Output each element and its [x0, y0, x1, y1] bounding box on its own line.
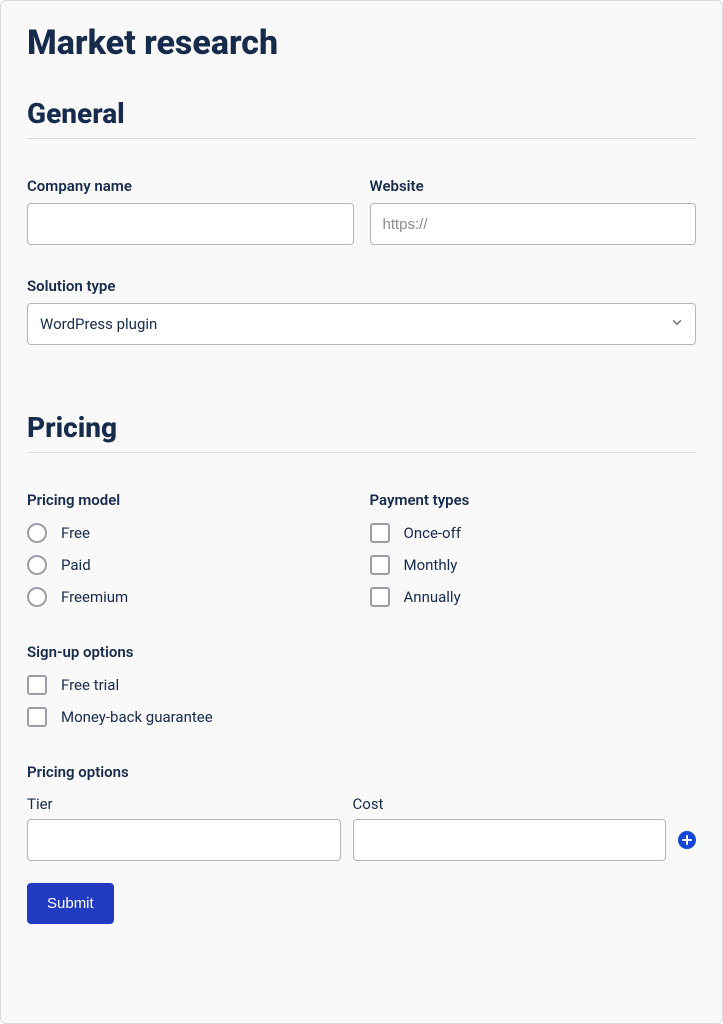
- checkbox-option-money-back[interactable]: Money-back guarantee: [27, 707, 696, 727]
- solution-type-field: Solution type WordPress plugin: [27, 277, 696, 345]
- submit-button[interactable]: Submit: [27, 883, 114, 924]
- option-label: Freemium: [61, 588, 128, 606]
- radio-icon: [27, 587, 47, 607]
- payment-types-options: Once-off Monthly Annually: [370, 523, 697, 607]
- solution-type-label: Solution type: [27, 277, 696, 295]
- website-field: Website: [370, 177, 697, 245]
- page-title: Market research: [27, 23, 696, 63]
- cost-label: Cost: [353, 795, 667, 813]
- pricing-options-row: Tier Cost: [27, 795, 696, 861]
- section-divider: [27, 452, 696, 453]
- payment-types-group: Payment types Once-off Monthly Annually: [370, 491, 697, 607]
- section-heading-general: General: [27, 97, 696, 130]
- solution-type-select-wrap: WordPress plugin: [27, 303, 696, 345]
- website-input[interactable]: [370, 203, 697, 245]
- section-divider: [27, 138, 696, 139]
- checkbox-icon: [370, 555, 390, 575]
- radio-icon: [27, 555, 47, 575]
- checkbox-icon: [27, 675, 47, 695]
- radio-icon: [27, 523, 47, 543]
- option-label: Once-off: [404, 524, 462, 542]
- tier-input[interactable]: [27, 819, 341, 861]
- section-heading-pricing: Pricing: [27, 411, 696, 444]
- option-label: Paid: [61, 556, 91, 574]
- tier-label: Tier: [27, 795, 341, 813]
- pricing-model-label: Pricing model: [27, 491, 354, 509]
- pricing-groups-row: Pricing model Free Paid Freemium Payment…: [27, 491, 696, 607]
- option-label: Monthly: [404, 556, 458, 574]
- option-label: Free: [61, 524, 90, 542]
- payment-types-label: Payment types: [370, 491, 697, 509]
- radio-option-free[interactable]: Free: [27, 523, 354, 543]
- cost-input[interactable]: [353, 819, 667, 861]
- checkbox-option-onceoff[interactable]: Once-off: [370, 523, 697, 543]
- tier-field: Tier: [27, 795, 341, 861]
- checkbox-icon: [370, 523, 390, 543]
- plus-icon: [682, 835, 692, 845]
- company-name-label: Company name: [27, 177, 354, 195]
- option-label: Annually: [404, 588, 461, 606]
- radio-option-freemium[interactable]: Freemium: [27, 587, 354, 607]
- website-label: Website: [370, 177, 697, 195]
- pricing-options-group: Pricing options Tier Cost: [27, 763, 696, 861]
- option-label: Money-back guarantee: [61, 708, 213, 726]
- company-name-field: Company name: [27, 177, 354, 245]
- checkbox-option-monthly[interactable]: Monthly: [370, 555, 697, 575]
- pricing-model-options: Free Paid Freemium: [27, 523, 354, 607]
- general-row-1: Company name Website: [27, 177, 696, 245]
- cost-field: Cost: [353, 795, 667, 861]
- checkbox-icon: [27, 707, 47, 727]
- add-row-button[interactable]: [678, 831, 696, 849]
- pricing-model-group: Pricing model Free Paid Freemium: [27, 491, 354, 607]
- checkbox-icon: [370, 587, 390, 607]
- signup-options-list: Free trial Money-back guarantee: [27, 675, 696, 727]
- form-page: Market research General Company name Web…: [0, 0, 723, 1024]
- checkbox-option-free-trial[interactable]: Free trial: [27, 675, 696, 695]
- signup-options-label: Sign-up options: [27, 643, 696, 661]
- radio-option-paid[interactable]: Paid: [27, 555, 354, 575]
- checkbox-option-annually[interactable]: Annually: [370, 587, 697, 607]
- solution-type-select[interactable]: WordPress plugin: [27, 303, 696, 345]
- pricing-options-label: Pricing options: [27, 763, 696, 781]
- option-label: Free trial: [61, 676, 119, 694]
- company-name-input[interactable]: [27, 203, 354, 245]
- signup-options-group: Sign-up options Free trial Money-back gu…: [27, 643, 696, 727]
